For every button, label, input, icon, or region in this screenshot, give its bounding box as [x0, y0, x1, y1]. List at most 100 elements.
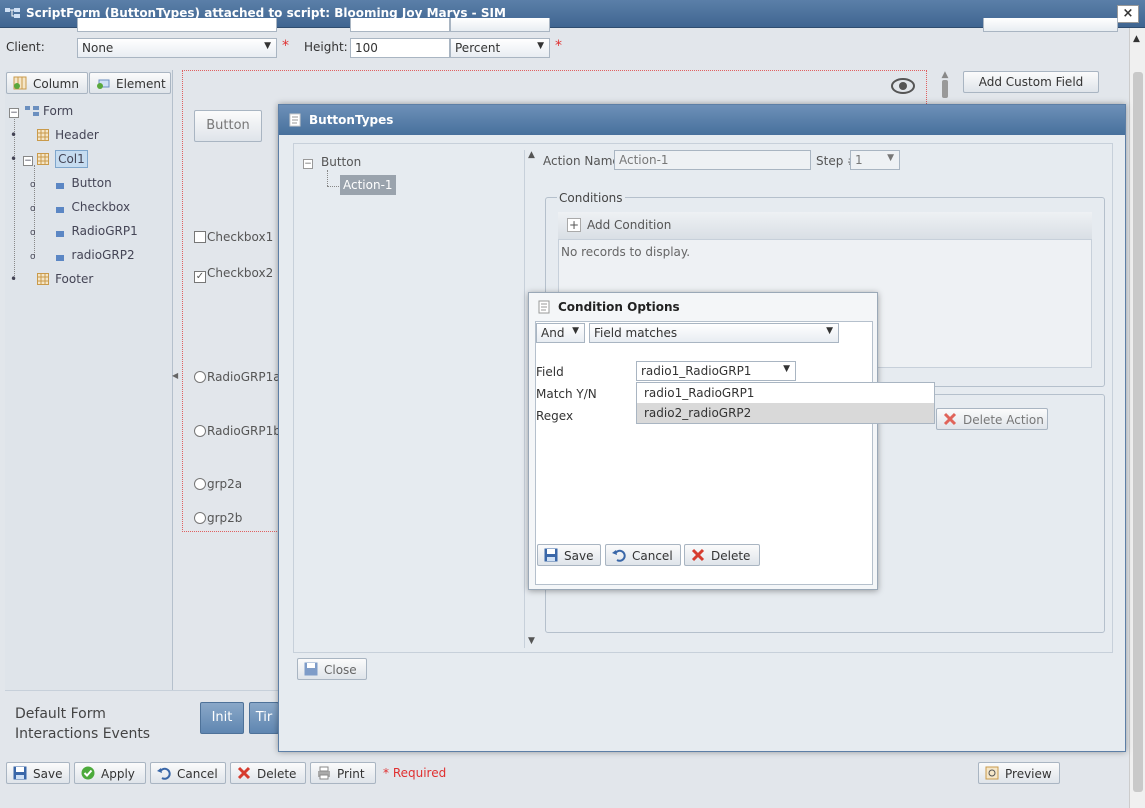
apply-label: Apply	[101, 767, 135, 781]
delete-button[interactable]: Delete	[230, 762, 306, 784]
delete-action-button[interactable]: Delete Action	[936, 408, 1048, 430]
chevron-down-icon: ▼	[783, 364, 790, 374]
canvas-grp2a[interactable]: grp2a	[194, 477, 242, 491]
form-icon	[25, 105, 39, 117]
canvas-checkbox1[interactable]: Checkbox1	[194, 230, 273, 244]
field-option-highlighted[interactable]: radio2_radioGRP2	[637, 403, 934, 423]
tree-label-checkbox: Checkbox	[71, 200, 131, 214]
preview-label: Preview	[1005, 767, 1052, 781]
tree-node-button[interactable]: o Button	[30, 176, 112, 190]
step-select[interactable]: 1 ▼	[850, 150, 900, 170]
preview-button[interactable]: Preview	[978, 762, 1060, 784]
step-value: 1	[855, 153, 863, 167]
add-element-label: Element	[116, 77, 166, 91]
undo-icon	[157, 766, 173, 780]
tree-node-form[interactable]: − Form	[9, 104, 73, 118]
add-custom-field-button[interactable]: Add Custom Field	[963, 71, 1099, 93]
print-button[interactable]: Print	[310, 762, 376, 784]
condition-delete-button[interactable]: Delete	[684, 544, 760, 566]
delete-icon	[943, 412, 959, 426]
checkbox1-label: Checkbox1	[207, 230, 274, 244]
canvas-checkbox2[interactable]: ✓ Checkbox2	[194, 266, 273, 283]
condition-save-button[interactable]: Save	[537, 544, 601, 566]
tree-node-col1[interactable]: • − Col1	[10, 150, 88, 168]
condition-delete-label: Delete	[711, 549, 751, 563]
regex-label: Regex	[536, 409, 574, 423]
timer-event-button[interactable]: Tir	[249, 702, 279, 734]
dialog-scroll-icon	[537, 299, 551, 318]
field-label: Field	[536, 365, 564, 379]
field-dropdown-list[interactable]: radio1_RadioGRP1 radio2_radioGRP2	[636, 382, 935, 424]
condition-options-header: Condition Options	[529, 293, 877, 321]
delete-icon	[691, 548, 707, 562]
collapse-icon[interactable]: −	[9, 108, 19, 118]
events-label-line1: Default Form	[15, 706, 106, 722]
condition-cancel-button[interactable]: Cancel	[605, 544, 681, 566]
height-unit-select[interactable]: Percent ▼	[450, 38, 550, 58]
window-close-button[interactable]: ×	[1117, 5, 1139, 23]
save-button[interactable]: Save	[6, 762, 70, 784]
check-icon	[81, 766, 97, 780]
tree-label-col1: Col1	[55, 150, 88, 168]
match-type-value: Field matches	[594, 326, 678, 340]
tree-node-checkbox[interactable]: o Checkbox	[30, 200, 130, 214]
chevron-down-icon: ▼	[887, 153, 894, 163]
match-type-select[interactable]: Field matches ▼	[589, 323, 839, 343]
height-label: Height:	[304, 40, 348, 54]
tree-node-radiogrp1[interactable]: o RadioGRP1	[30, 224, 138, 238]
cancel-button[interactable]: Cancel	[150, 762, 226, 784]
scroll-up-icon[interactable]: ▲	[1133, 34, 1140, 44]
splitter-collapse-icon[interactable]: ◀	[172, 371, 178, 380]
action-name-value: Action-1	[619, 153, 669, 167]
grid-icon	[37, 129, 50, 141]
close-button[interactable]: Close	[297, 658, 367, 680]
tree-label-button: Button	[71, 176, 112, 190]
no-records-text: No records to display.	[561, 245, 691, 259]
save-label: Save	[33, 767, 63, 781]
action-name-input[interactable]: Action-1	[614, 150, 811, 170]
app-icon	[5, 7, 21, 22]
client-select[interactable]: None ▼	[77, 38, 277, 58]
collapse-icon[interactable]: −	[303, 159, 313, 169]
width-field-partial[interactable]	[350, 18, 450, 32]
radio-icon	[194, 512, 206, 524]
button-types-title: ButtonTypes	[309, 113, 394, 127]
checkbox-icon	[194, 231, 206, 243]
width-unit-partial[interactable]	[450, 18, 550, 32]
top-right-select-partial[interactable]	[983, 18, 1118, 32]
height-unit-value: Percent	[455, 41, 501, 55]
tree-node-radiogrp2[interactable]: o radioGRP2	[30, 248, 135, 262]
tree-node-footer[interactable]: • Footer	[10, 272, 93, 286]
logic-select[interactable]: And ▼	[536, 323, 585, 343]
eye-icon[interactable]	[890, 76, 916, 99]
add-column-button[interactable]: Column	[6, 72, 88, 94]
canvas-grp2b[interactable]: grp2b	[194, 511, 242, 525]
cancel-label: Cancel	[177, 767, 218, 781]
page-scrollbar[interactable]: ▲	[1129, 28, 1145, 808]
add-element-button[interactable]: Element	[89, 72, 171, 94]
field-option[interactable]: radio1_RadioGRP1	[637, 383, 934, 403]
height-input[interactable]: 100	[350, 38, 450, 58]
grp2a-label: grp2a	[207, 477, 243, 491]
required-mark: *	[555, 38, 562, 54]
name-field-partial[interactable]	[77, 18, 277, 32]
required-mark: *	[282, 38, 289, 54]
scroll-thumb[interactable]	[1133, 72, 1143, 792]
canvas-scrollbar[interactable]: ▲	[938, 70, 952, 106]
canvas-radio1b[interactable]: RadioGRP1b	[194, 424, 281, 438]
save-icon	[304, 662, 320, 676]
field-select[interactable]: radio1_RadioGRP1 ▼	[636, 361, 796, 381]
action-tree-child[interactable]: Action-1	[340, 175, 396, 195]
apply-button[interactable]: Apply	[74, 762, 146, 784]
action-tree-root[interactable]: − Button	[303, 155, 361, 169]
element-icon	[55, 207, 64, 213]
condition-options-title: Condition Options	[558, 300, 680, 314]
init-event-button[interactable]: Init	[200, 702, 244, 734]
canvas-button[interactable]: Button	[194, 110, 262, 142]
tree-label-form: Form	[43, 104, 74, 118]
save-icon	[544, 548, 560, 562]
collapse-icon[interactable]: −	[23, 156, 34, 166]
tree-node-header[interactable]: • Header	[10, 128, 99, 142]
add-condition-button[interactable]: + Add Condition	[567, 218, 671, 232]
canvas-radio1a[interactable]: RadioGRP1a	[194, 370, 281, 384]
